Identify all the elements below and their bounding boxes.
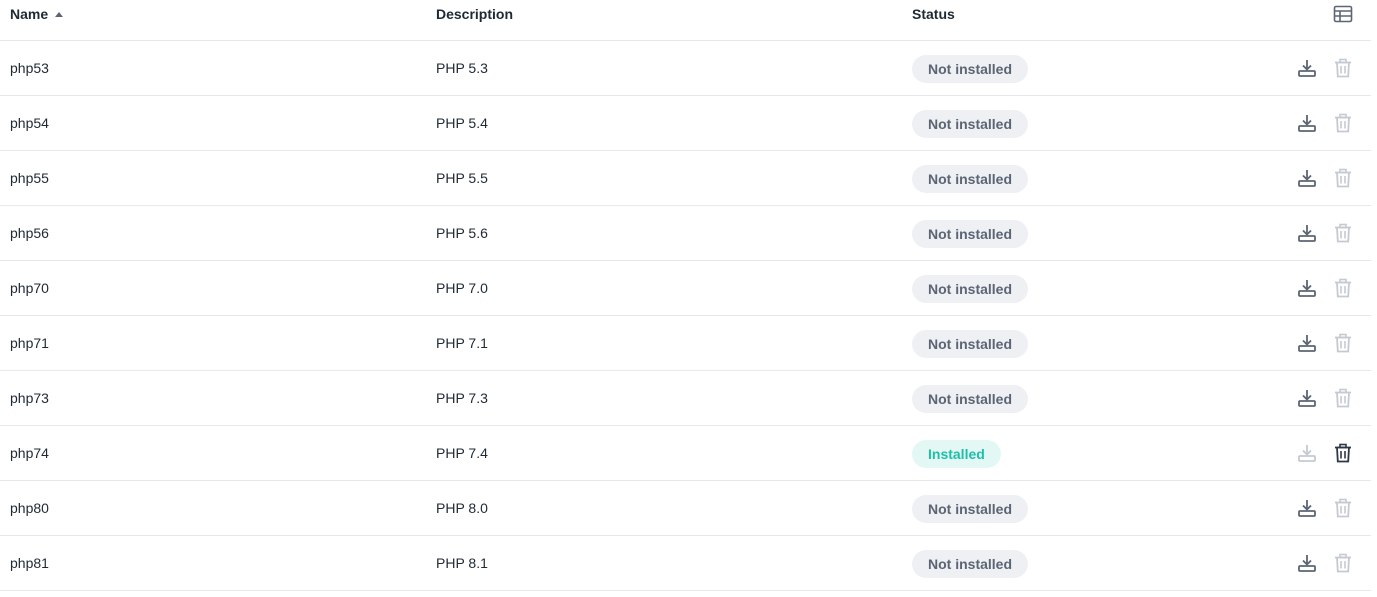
row-actions	[1297, 223, 1353, 243]
row-actions	[1297, 333, 1353, 353]
row-actions	[1297, 498, 1353, 518]
trash-icon[interactable]	[1333, 388, 1353, 408]
trash-icon[interactable]	[1333, 113, 1353, 133]
row-actions	[1297, 168, 1353, 188]
status-cell: Not installed	[912, 96, 1029, 150]
table-row: php81 PHP 8.1 Not installed	[0, 536, 1371, 591]
column-header-description[interactable]: Description	[436, 0, 513, 28]
trash-icon[interactable]	[1333, 443, 1353, 463]
column-header-name-label: Name	[10, 6, 49, 22]
status-cell: Not installed	[912, 371, 1029, 425]
trash-icon[interactable]	[1333, 333, 1353, 353]
table-row: php71 PHP 7.1 Not installed	[0, 316, 1371, 371]
package-description: PHP 8.0	[436, 500, 488, 516]
package-name: php55	[10, 170, 49, 186]
status-badge: Not installed	[912, 495, 1029, 524]
package-description: PHP 7.3	[436, 390, 488, 406]
table-row: php54 PHP 5.4 Not installed	[0, 96, 1371, 151]
package-name: php74	[10, 445, 49, 461]
status-cell: Not installed	[912, 261, 1029, 315]
status-cell: Not installed	[912, 536, 1029, 590]
row-actions	[1297, 553, 1353, 573]
status-badge: Not installed	[912, 330, 1029, 359]
download-icon[interactable]	[1297, 223, 1317, 243]
row-actions	[1297, 278, 1353, 298]
table-row: php53 PHP 5.3 Not installed	[0, 41, 1371, 96]
download-icon[interactable]	[1297, 333, 1317, 353]
table-row: php74 PHP 7.4 Installed	[0, 426, 1371, 481]
column-header-name[interactable]: Name	[10, 0, 64, 28]
table-row: php80 PHP 8.0 Not installed	[0, 481, 1371, 536]
download-icon[interactable]	[1297, 498, 1317, 518]
status-badge: Not installed	[912, 55, 1029, 84]
trash-icon[interactable]	[1333, 168, 1353, 188]
package-description: PHP 5.5	[436, 170, 488, 186]
status-badge: Not installed	[912, 275, 1029, 304]
download-icon[interactable]	[1297, 113, 1317, 133]
trash-icon[interactable]	[1333, 223, 1353, 243]
status-cell: Not installed	[912, 151, 1029, 205]
table-row: php70 PHP 7.0 Not installed	[0, 261, 1371, 316]
status-badge: Not installed	[912, 385, 1029, 414]
package-name: php70	[10, 280, 49, 296]
package-description: PHP 8.1	[436, 555, 488, 571]
row-actions	[1297, 443, 1353, 463]
trash-icon[interactable]	[1333, 498, 1353, 518]
trash-icon[interactable]	[1333, 278, 1353, 298]
table-row: php55 PHP 5.5 Not installed	[0, 151, 1371, 206]
package-name: php54	[10, 115, 49, 131]
status-cell: Not installed	[912, 41, 1029, 95]
package-name: php80	[10, 500, 49, 516]
package-description: PHP 7.1	[436, 335, 488, 351]
trash-icon[interactable]	[1333, 58, 1353, 78]
package-name: php53	[10, 60, 49, 76]
status-cell: Not installed	[912, 481, 1029, 535]
package-name: php56	[10, 225, 49, 241]
package-description: PHP 5.3	[436, 60, 488, 76]
sort-ascending-icon	[55, 12, 64, 17]
column-header-status[interactable]: Status	[912, 0, 955, 28]
table-row: php73 PHP 7.3 Not installed	[0, 371, 1371, 426]
status-cell: Installed	[912, 426, 1001, 480]
package-description: PHP 7.0	[436, 280, 488, 296]
status-badge: Not installed	[912, 165, 1029, 194]
download-icon[interactable]	[1297, 278, 1317, 298]
download-icon[interactable]	[1297, 443, 1317, 463]
download-icon[interactable]	[1297, 553, 1317, 573]
status-cell: Not installed	[912, 316, 1029, 370]
package-description: PHP 5.6	[436, 225, 488, 241]
download-icon[interactable]	[1297, 58, 1317, 78]
package-description: PHP 7.4	[436, 445, 488, 461]
table-row: php56 PHP 5.6 Not installed	[0, 206, 1371, 261]
package-name: php71	[10, 335, 49, 351]
status-badge: Installed	[912, 440, 1001, 469]
table-header: Name Description Status	[0, 0, 1371, 41]
package-name: php81	[10, 555, 49, 571]
status-badge: Not installed	[912, 550, 1029, 579]
package-description: PHP 5.4	[436, 115, 488, 131]
row-actions	[1297, 58, 1353, 78]
download-icon[interactable]	[1297, 168, 1317, 188]
table-columns-icon[interactable]	[1333, 5, 1353, 23]
row-actions	[1297, 113, 1353, 133]
status-badge: Not installed	[912, 220, 1029, 249]
status-badge: Not installed	[912, 110, 1029, 139]
row-actions	[1297, 388, 1353, 408]
trash-icon[interactable]	[1333, 553, 1353, 573]
package-name: php73	[10, 390, 49, 406]
table-body: php53 PHP 5.3 Not installed php54 PHP 5.4 Not…	[0, 41, 1371, 591]
php-packages-table: Name Description Status php53 PHP 5.3 Not …	[0, 0, 1371, 591]
status-cell: Not installed	[912, 206, 1029, 260]
download-icon[interactable]	[1297, 388, 1317, 408]
